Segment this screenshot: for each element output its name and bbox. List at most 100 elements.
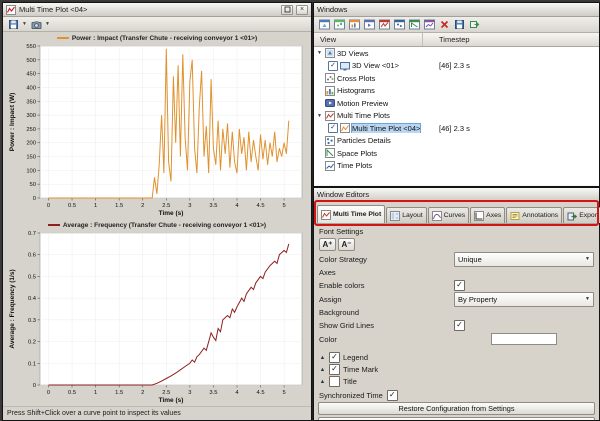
font-increase-button[interactable]: A⁺	[319, 238, 336, 251]
svg-text:500: 500	[26, 58, 36, 64]
export-tab-icon	[567, 211, 577, 221]
expand-arrow-icon[interactable]: ▼	[316, 50, 323, 56]
tree-item-motion-preview[interactable]: Motion Preview	[314, 97, 599, 110]
svg-text:4: 4	[235, 390, 239, 396]
plot-window-title: Multi Time Plot <04>	[19, 5, 278, 14]
editor-tabs: Multi Time PlotLayout Curves Axes Annotatio…	[314, 202, 599, 224]
section-time-mark[interactable]: ▲✓Time Mark	[319, 364, 594, 375]
spaceplot-icon	[325, 148, 335, 158]
legend-checkbox[interactable]: ✓	[329, 352, 340, 363]
legend-line-swatch	[57, 37, 69, 39]
svg-text:5: 5	[282, 203, 285, 209]
new-histogram-icon[interactable]	[347, 18, 361, 31]
power-impact-plot[interactable]: 00.511.522.533.544.550501001502002503003…	[6, 43, 308, 218]
tab-label: Axes	[486, 212, 501, 219]
new-cross-plot-icon[interactable]	[332, 18, 346, 31]
editors-panel-titlebar[interactable]: Window Editors	[314, 188, 599, 202]
power-impact-chart[interactable]: Power : Impact (Transfer Chute - receivi…	[3, 32, 311, 219]
close-button[interactable]: ×	[296, 5, 308, 15]
snapshot-dropdown-arrow-icon[interactable]: ▼	[44, 21, 51, 27]
synchronized-time-checkbox[interactable]: ✓	[387, 390, 398, 401]
show-grid-lines-label: Show Grid Lines	[319, 321, 454, 330]
save-plot-dropdown-arrow-icon[interactable]: ▼	[21, 21, 28, 27]
windows-panel: Windows View Timestep ▼3D Views✓3D View …	[313, 2, 600, 187]
visibility-checkbox[interactable]: ✓	[328, 123, 338, 133]
time-mark-checkbox[interactable]: ✓	[329, 364, 340, 375]
svg-text:250: 250	[26, 127, 36, 133]
svg-text:200: 200	[26, 141, 36, 147]
svg-text:0.6: 0.6	[28, 253, 36, 259]
windows-panel-titlebar[interactable]: Windows	[314, 3, 599, 17]
annotations-tab-icon	[510, 211, 520, 221]
tree-item-space-plots[interactable]: Space Plots	[314, 147, 599, 160]
section-legend[interactable]: ▲✓Legend	[319, 352, 594, 363]
tree-header: View Timestep	[314, 33, 599, 47]
background-color-button[interactable]	[491, 333, 557, 345]
collapse-arrow-icon[interactable]: ▲	[319, 367, 326, 373]
tree-item-histograms[interactable]: Histograms	[314, 85, 599, 98]
save-plot-icon[interactable]	[6, 18, 20, 31]
color-strategy-select[interactable]: Unique ▼	[454, 252, 594, 267]
save-workspace-icon[interactable]	[452, 18, 466, 31]
new-multi-time-plot-icon[interactable]	[377, 18, 391, 31]
tab-layout[interactable]: Layout	[386, 207, 426, 223]
view3d-item-icon	[340, 61, 350, 71]
snapshot-icon[interactable]	[29, 18, 43, 31]
view-column-header[interactable]: View	[314, 35, 422, 44]
svg-text:3: 3	[188, 390, 191, 396]
tab-annotations[interactable]: Annotations	[506, 207, 562, 223]
svg-text:3.5: 3.5	[209, 390, 217, 396]
font-decrease-button[interactable]: A⁻	[338, 238, 355, 251]
restore-configuration-button[interactable]: Restore Configuration from Settings	[318, 402, 595, 415]
editors-panel-title: Window Editors	[317, 190, 596, 199]
tab-axes[interactable]: Axes	[470, 207, 505, 223]
svg-text:0.2: 0.2	[28, 340, 36, 346]
new-3d-view-icon[interactable]	[317, 18, 331, 31]
assign-select[interactable]: By Property ▼	[454, 292, 594, 307]
visibility-checkbox[interactable]: ✓	[328, 61, 338, 71]
enable-colors-checkbox[interactable]: ✓	[454, 280, 465, 291]
plot-window-titlebar[interactable]: Multi Time Plot <04> ×	[3, 3, 311, 17]
tree-item-label: Motion Preview	[337, 99, 388, 108]
svg-text:0.5: 0.5	[68, 203, 76, 209]
tree-item-multi-time-plot-04[interactable]: ✓Multi Time Plot <04>[46] 2.3 s	[314, 122, 599, 135]
average-frequency-chart[interactable]: Average : Frequency (Transfer Chute - re…	[3, 219, 311, 406]
collapse-arrow-icon[interactable]: ▲	[319, 379, 326, 385]
show-grid-lines-checkbox[interactable]: ✓	[454, 320, 465, 331]
legend-label: Average : Frequency (Transfer Chute - re…	[63, 222, 266, 229]
save-configuration-button[interactable]: Save Current Configuration in Settings	[318, 417, 595, 420]
new-particles-details-icon[interactable]	[392, 18, 406, 31]
power-impact-legend: Power : Impact (Transfer Chute - receivi…	[3, 33, 311, 43]
new-time-plot-icon[interactable]	[422, 18, 436, 31]
tree-item-particles-details[interactable]: Particles Details	[314, 135, 599, 148]
tab-label: Curves	[444, 212, 466, 219]
tree-item-multi-time-plots[interactable]: ▼Multi Time Plots	[314, 110, 599, 123]
tree-item-label: Cross Plots	[337, 74, 375, 83]
svg-text:4.5: 4.5	[257, 390, 265, 396]
tree-item-3d-view-01[interactable]: ✓3D View <01>[46] 2.3 s	[314, 60, 599, 73]
tab-export[interactable]: Export	[563, 207, 600, 223]
plot-statusbar: Press Shift+Click over a curve point to …	[3, 406, 311, 420]
tree-item-time-plots[interactable]: Time Plots	[314, 160, 599, 173]
windows-toolbar	[314, 17, 599, 33]
new-space-plot-icon[interactable]	[407, 18, 421, 31]
tree-item-cross-plots[interactable]: Cross Plots	[314, 72, 599, 85]
collapse-arrow-icon[interactable]: ▲	[319, 355, 326, 361]
svg-text:0.5: 0.5	[68, 390, 76, 396]
tab-curves[interactable]: Curves	[428, 207, 470, 223]
timestep-column-header[interactable]: Timestep	[422, 33, 599, 46]
restore-workspace-icon[interactable]	[467, 18, 481, 31]
expand-arrow-icon[interactable]: ▼	[316, 113, 323, 119]
close-all-windows-icon[interactable]	[437, 18, 451, 31]
tab-multi-time-plot[interactable]: Multi Time Plot	[317, 205, 385, 223]
average-frequency-plot[interactable]: 00.511.522.533.544.5500.10.20.30.40.50.6…	[6, 230, 308, 405]
undock-button[interactable]	[281, 5, 293, 15]
tree-item-3d-views[interactable]: ▼3D Views	[314, 47, 599, 60]
tree-item-label: 3D View <01>	[352, 61, 399, 70]
title-checkbox[interactable]	[329, 376, 340, 387]
charts-area: Power : Impact (Transfer Chute - receivi…	[3, 32, 311, 406]
section-title[interactable]: ▲Title	[319, 376, 594, 387]
chevron-down-icon: ▼	[585, 296, 590, 302]
new-motion-preview-icon[interactable]	[362, 18, 376, 31]
curves-tab-icon	[432, 211, 442, 221]
